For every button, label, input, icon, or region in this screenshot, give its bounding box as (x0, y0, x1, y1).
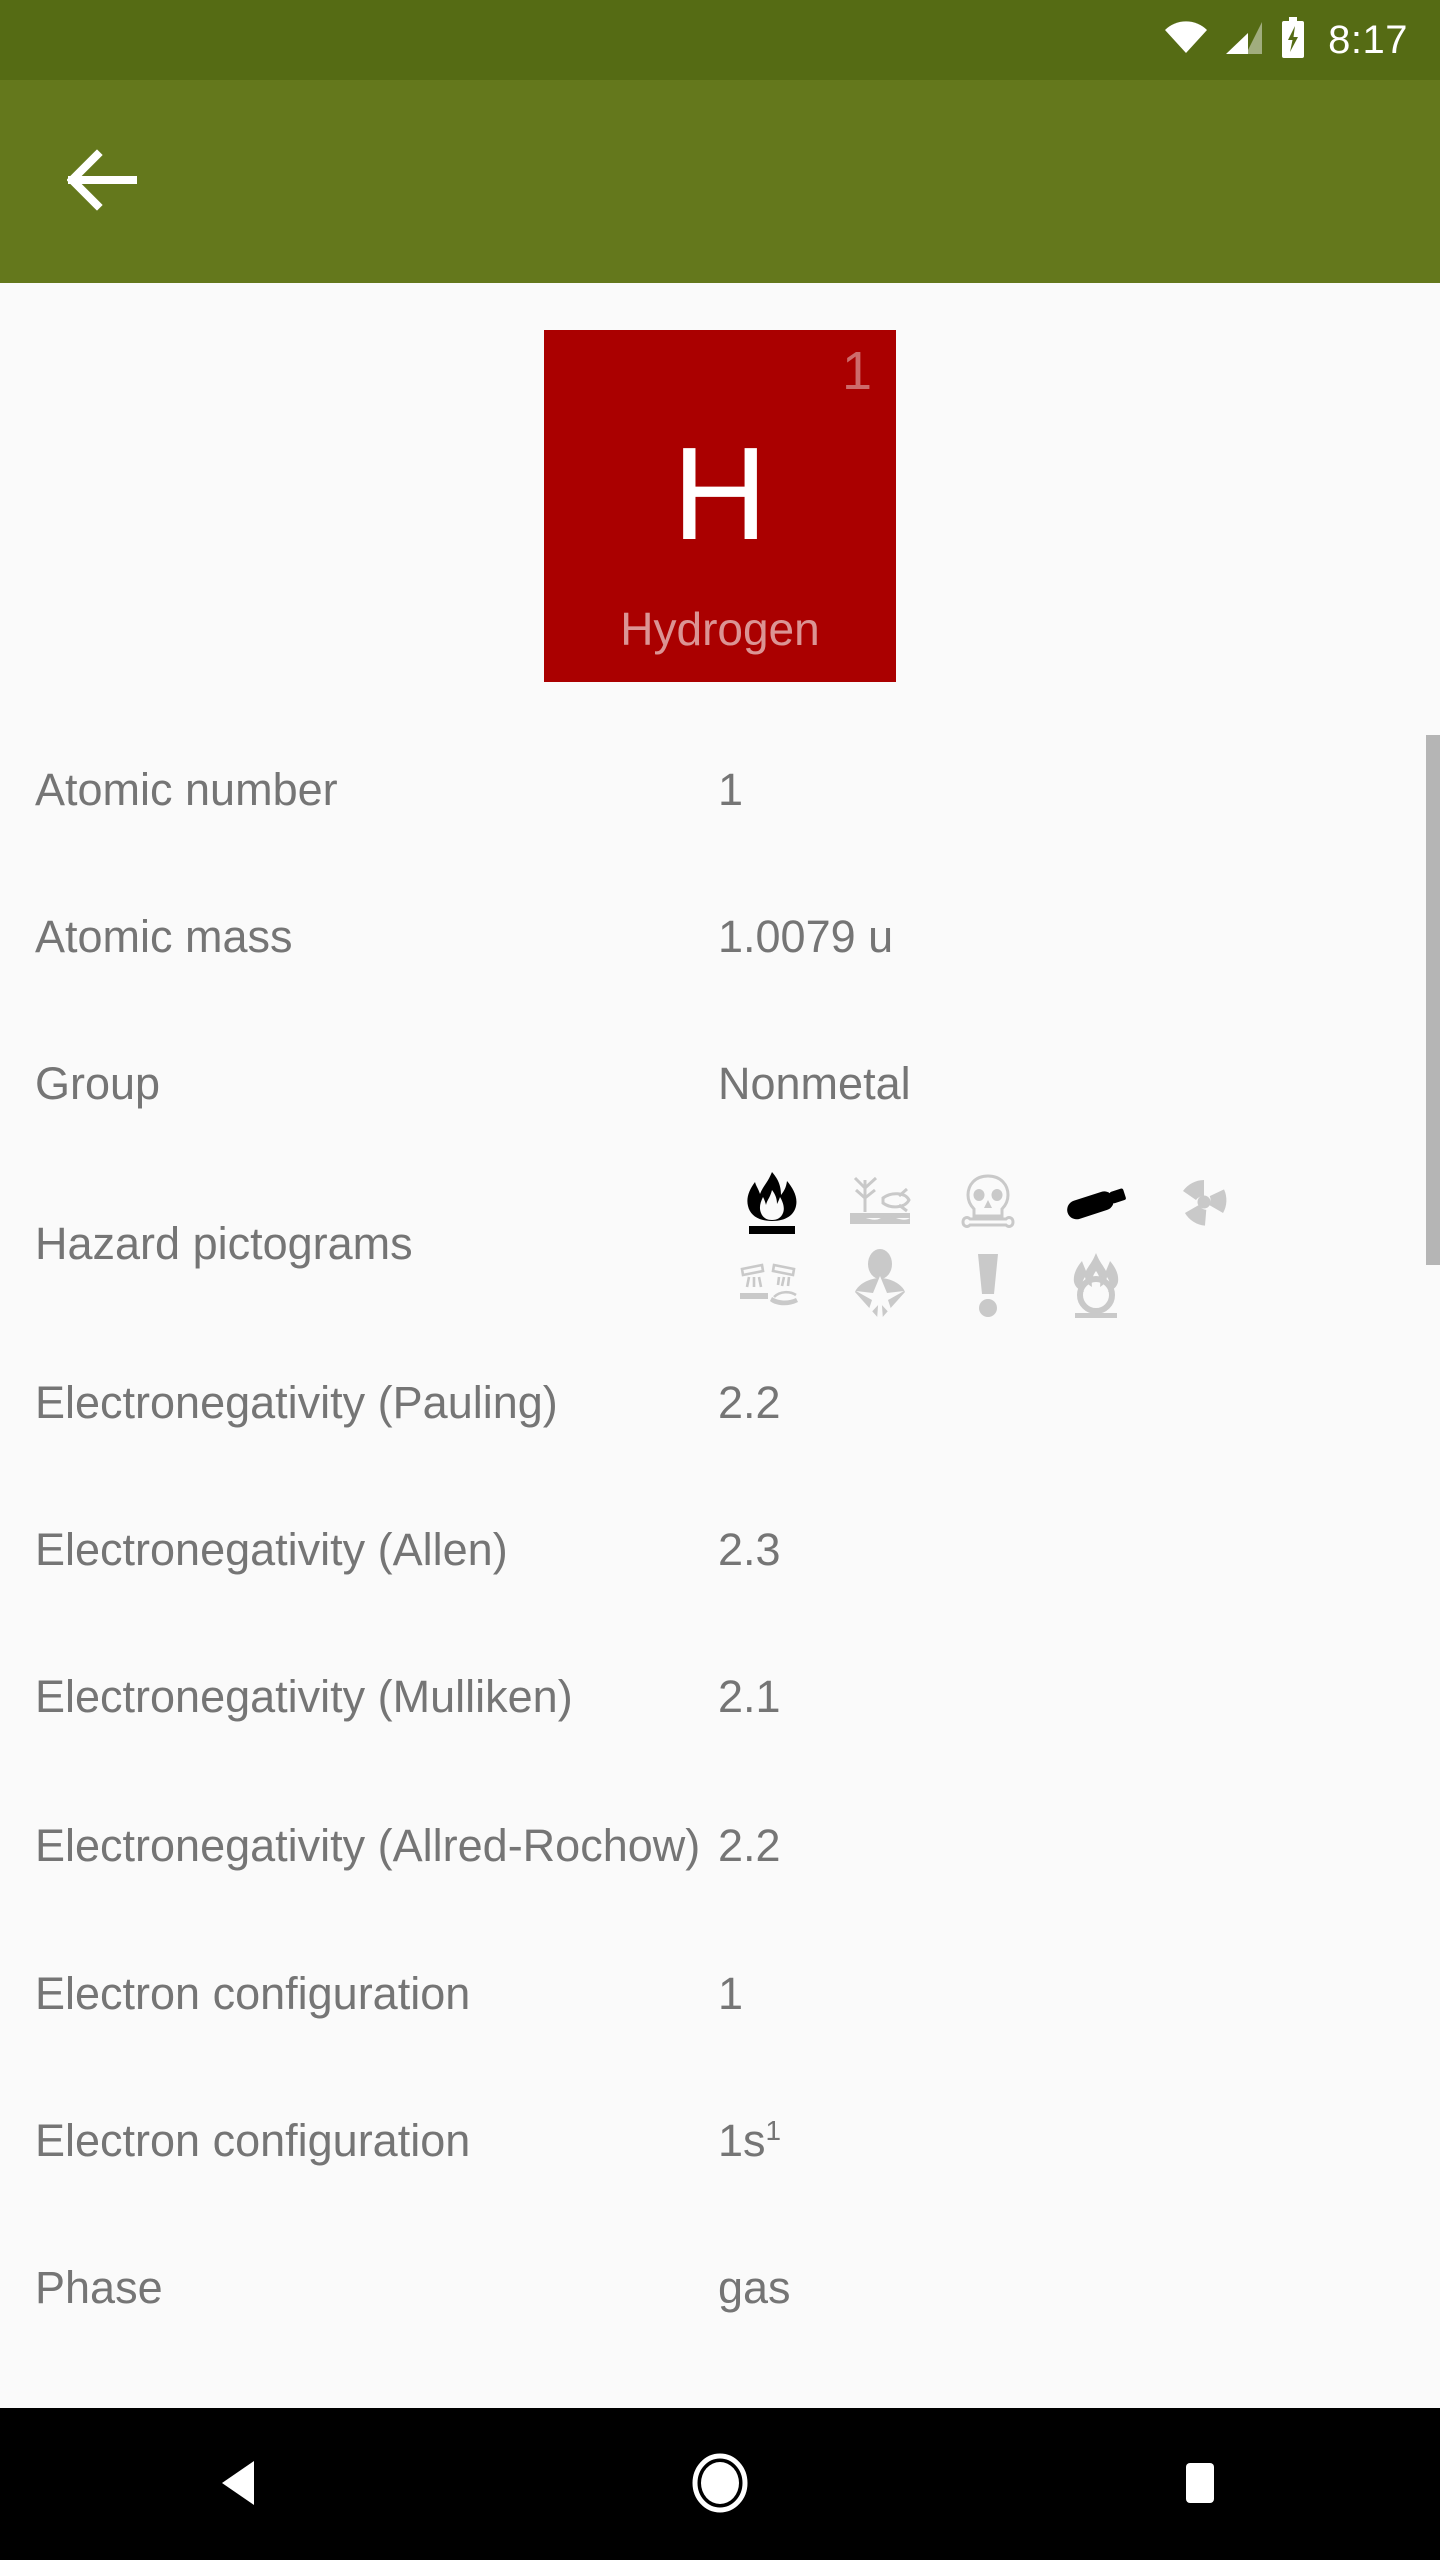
property-value: 1s1 (718, 2116, 1440, 2166)
property-value: Nonmetal (718, 1058, 911, 1110)
battery-charging-icon (1280, 16, 1306, 64)
property-label: Electron configuration (35, 2115, 471, 2167)
property-list: Atomic number 1 Atomic mass 1.0079 u Gro… (0, 717, 1440, 2362)
property-label: Atomic mass (35, 911, 293, 963)
cellular-signal-icon (1224, 20, 1264, 61)
nav-home-button[interactable] (620, 2408, 820, 2560)
element-tile-container: 1 H Hydrogen (0, 283, 1440, 682)
property-label: Electronegativity (Allen) (35, 1524, 508, 1576)
electron-config-base: 1s (718, 2115, 766, 2167)
health-hazard-icon[interactable] (826, 1244, 934, 1326)
back-button[interactable] (18, 97, 188, 267)
exclamation-mark-icon[interactable] (934, 1244, 1042, 1326)
status-bar: 8:17 (0, 0, 1440, 80)
property-value: 2.2 (718, 1819, 781, 1871)
property-value: 2.2 (718, 1377, 781, 1429)
table-row[interactable]: Phase gas (0, 2215, 1440, 2362)
app-bar (0, 80, 1440, 283)
property-label: Electronegativity (Pauling) (35, 1377, 558, 1429)
hazard-pictogram-grid (718, 1162, 1258, 1326)
element-atomic-number-badge: 1 (841, 341, 872, 401)
table-row[interactable]: Atomic mass 1.0079 u (0, 864, 1440, 1011)
property-label: Electronegativity (Allred-Rochow) (35, 1819, 701, 1871)
property-label: Electron configuration (35, 1968, 471, 2020)
property-value: 1.0079 u (718, 911, 894, 963)
property-value (718, 1162, 1440, 1326)
element-symbol: H (672, 420, 768, 567)
environment-icon[interactable] (826, 1162, 934, 1244)
system-navigation-bar (0, 2408, 1440, 2560)
property-label: Phase (35, 2262, 163, 2314)
table-row[interactable]: Electron configuration 1s1 (0, 2068, 1440, 2215)
element-name: Hydrogen (620, 603, 820, 655)
home-circle-icon (692, 2453, 748, 2516)
oxidizer-flame-circle-icon[interactable] (1042, 1244, 1150, 1326)
status-bar-clock: 8:17 (1328, 18, 1408, 62)
table-row[interactable]: Electronegativity (Pauling) 2.2 (0, 1330, 1440, 1477)
element-tile[interactable]: 1 H Hydrogen (544, 330, 896, 682)
arrow-left-icon (66, 149, 139, 214)
recents-square-icon (1178, 2459, 1222, 2510)
wifi-icon (1164, 20, 1208, 60)
nav-back-button[interactable] (140, 2408, 340, 2560)
flame-icon[interactable] (718, 1162, 826, 1244)
phone-screen: 8:17 1 H Hydrogen Atomic number 1 Atomic… (0, 0, 1440, 2560)
element-detail-scroll-area[interactable]: 1 H Hydrogen Atomic number 1 Atomic mass… (0, 283, 1440, 2408)
table-row[interactable]: Group Nonmetal (0, 1011, 1440, 1158)
corrosion-icon[interactable] (718, 1244, 826, 1326)
skull-crossbones-icon[interactable] (934, 1162, 1042, 1244)
property-value: 2.1 (718, 1671, 781, 1723)
gas-cylinder-icon[interactable] (1042, 1162, 1150, 1244)
back-triangle-icon (218, 2459, 262, 2510)
table-row[interactable]: Electron configuration 1 (0, 1921, 1440, 2068)
property-value: 1 (718, 1968, 744, 2020)
radioactive-icon[interactable] (1150, 1162, 1258, 1244)
property-value: 1 (718, 764, 744, 816)
property-value: 2.3 (718, 1524, 781, 1576)
property-label: Hazard pictograms (35, 1217, 413, 1269)
table-row[interactable]: Electronegativity (Mulliken) 2.1 (0, 1624, 1440, 1771)
nav-recents-button[interactable] (1100, 2408, 1300, 2560)
table-row[interactable]: Electronegativity (Allen) 2.3 (0, 1477, 1440, 1624)
table-row[interactable]: Hazard pictograms (0, 1158, 1440, 1330)
property-label: Electronegativity (Mulliken) (35, 1671, 573, 1723)
table-row[interactable]: Atomic number 1 (0, 717, 1440, 864)
electron-config-superscript: 1 (765, 2115, 782, 2147)
property-value: gas (718, 2262, 791, 2314)
property-label: Atomic number (35, 764, 338, 816)
table-row[interactable]: Electronegativity (Allred-Rochow) 2.2 (0, 1771, 1440, 1921)
property-label: Group (35, 1058, 161, 1110)
